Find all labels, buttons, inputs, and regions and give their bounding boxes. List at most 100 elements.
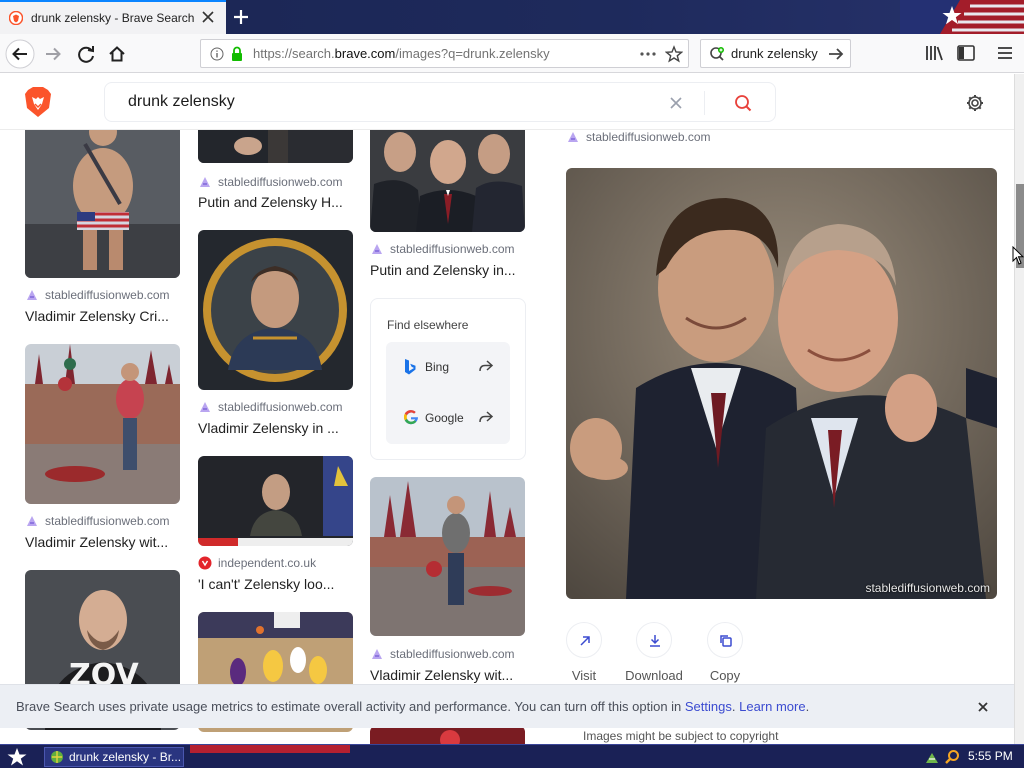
stablediffusion-favicon-icon xyxy=(568,132,578,142)
engine-label: Bing xyxy=(425,360,450,374)
brave-lion-logo-icon[interactable] xyxy=(24,86,52,118)
image-results-area: stablediffusionweb.com Vladimir Zelensky… xyxy=(0,130,1014,744)
clock[interactable]: 5:55 PM xyxy=(968,749,1013,763)
network-icon[interactable] xyxy=(924,749,940,765)
search-engine-icon[interactable] xyxy=(709,46,725,62)
preview-source[interactable]: stablediffusionweb.com xyxy=(586,130,711,144)
taskbar-window-item[interactable]: drunk zelensky - Br... xyxy=(44,747,184,767)
page-scrollbar[interactable] xyxy=(1014,74,1024,744)
result-thumbnail[interactable] xyxy=(370,726,525,744)
back-arrow-icon[interactable] xyxy=(5,39,35,69)
portrait-medallion-image xyxy=(198,230,353,390)
independent-favicon-icon xyxy=(198,556,212,570)
lock-icon[interactable] xyxy=(230,46,244,62)
close-tab-icon[interactable] xyxy=(199,8,217,26)
result-source[interactable]: stablediffusionweb.com xyxy=(218,400,343,414)
os-taskbar: drunk zelensky - Br... 5:55 PM xyxy=(0,744,1024,768)
red-square-walking-image xyxy=(370,477,525,636)
forward-arrow-icon[interactable] xyxy=(38,39,68,69)
settings-gear-icon[interactable] xyxy=(965,93,985,113)
usage-metrics-banner: Brave Search uses private usage metrics … xyxy=(0,684,1014,728)
result-caption[interactable]: Vladimir Zelensky wit... xyxy=(25,534,185,550)
url-text[interactable]: https://search.brave.com/images?q=drunk.… xyxy=(253,46,550,61)
result-thumbnail[interactable] xyxy=(370,477,525,636)
settings-link[interactable]: Settings xyxy=(685,699,732,714)
engine-bing[interactable]: Bing xyxy=(386,342,510,392)
nav-bar: https://search.brave.com/images?q=drunk.… xyxy=(0,34,1024,73)
result-thumbnail[interactable] xyxy=(198,230,353,390)
stablediffusion-favicon-icon xyxy=(372,649,382,659)
result-thumbnail[interactable] xyxy=(198,456,353,546)
visit-label[interactable]: Visit xyxy=(546,668,622,683)
result-source[interactable]: independent.co.uk xyxy=(218,556,316,570)
result-caption[interactable]: Vladimir Zelensky in ... xyxy=(198,420,358,436)
stablediffusion-favicon-icon xyxy=(27,290,37,300)
mouse-cursor-icon xyxy=(1012,246,1024,265)
preview-watermark: stablediffusionweb.com xyxy=(865,581,990,595)
result-caption[interactable]: 'I can't' Zelensky loo... xyxy=(198,576,358,592)
result-thumbnail[interactable] xyxy=(198,130,353,163)
result-caption[interactable]: Vladimir Zelensky wit... xyxy=(370,667,530,683)
bookmark-star-icon[interactable] xyxy=(665,45,683,63)
bing-icon xyxy=(405,359,416,375)
engine-label: Google xyxy=(425,411,464,425)
engine-google[interactable]: Google xyxy=(386,393,510,443)
banner-message: Brave Search uses private usage metrics … xyxy=(16,699,810,714)
search-bar-text[interactable]: drunk zelensky xyxy=(731,46,818,61)
learn-more-link[interactable]: Learn more xyxy=(739,699,805,714)
new-tab-icon[interactable] xyxy=(230,6,252,28)
sidebar-toggle-icon[interactable] xyxy=(956,44,976,62)
copy-button[interactable] xyxy=(707,622,743,658)
result-source[interactable]: stablediffusionweb.com xyxy=(390,242,515,256)
copy-icon xyxy=(720,635,732,647)
stablediffusion-favicon-icon xyxy=(200,402,210,412)
page-actions-icon[interactable] xyxy=(639,47,657,61)
result-thumbnail[interactable] xyxy=(370,130,525,232)
result-source[interactable]: stablediffusionweb.com xyxy=(45,288,170,302)
go-arrow-icon[interactable] xyxy=(827,46,845,62)
copyright-note: Images might be subject to copyright xyxy=(583,729,779,743)
reload-icon[interactable] xyxy=(71,39,101,69)
search-query-box[interactable]: drunk zelensky xyxy=(104,82,776,122)
info-icon[interactable] xyxy=(210,47,224,61)
stablediffusion-favicon-icon xyxy=(200,177,210,187)
result-thumbnail[interactable] xyxy=(25,344,180,504)
taskbar-item-label: drunk zelensky - Br... xyxy=(69,750,182,764)
brave-favicon-icon xyxy=(9,11,23,25)
search-icon[interactable] xyxy=(732,92,754,114)
hamburger-menu-icon[interactable] xyxy=(996,44,1014,62)
find-elsewhere-engines: Bing Google xyxy=(386,342,510,444)
result-source[interactable]: stablediffusionweb.com xyxy=(390,647,515,661)
result-caption[interactable]: Vladimir Zelensky Cri... xyxy=(25,308,185,324)
search-query-text[interactable]: drunk zelensky xyxy=(128,93,235,111)
result-caption[interactable]: Putin and Zelensky H... xyxy=(198,194,358,210)
active-tab[interactable]: drunk zelensky - Brave Search xyxy=(0,0,226,34)
clear-query-icon[interactable] xyxy=(667,94,685,112)
start-star-icon[interactable] xyxy=(6,747,28,767)
us-flag-wallpaper xyxy=(900,0,1024,34)
download-label[interactable]: Download xyxy=(616,668,692,683)
result-source[interactable]: stablediffusionweb.com xyxy=(218,175,343,189)
home-icon[interactable] xyxy=(102,39,132,69)
tab-bar: drunk zelensky - Brave Search xyxy=(0,0,1024,34)
result-caption[interactable]: Putin and Zelensky in... xyxy=(370,262,530,278)
news-screenshot-image xyxy=(198,456,353,546)
browser-search-bar[interactable]: drunk zelensky xyxy=(700,39,851,68)
visit-button[interactable] xyxy=(566,622,602,658)
library-icon[interactable] xyxy=(924,44,944,62)
search-divider xyxy=(704,91,705,115)
red-thumbnail-image xyxy=(370,726,525,744)
result-source[interactable]: stablediffusionweb.com xyxy=(45,514,170,528)
copy-label[interactable]: Copy xyxy=(687,668,763,683)
result-thumbnail[interactable] xyxy=(25,130,180,278)
browser-window-icon xyxy=(51,751,63,763)
url-bar[interactable]: https://search.brave.com/images?q=drunk.… xyxy=(200,39,689,68)
close-banner-icon[interactable] xyxy=(975,699,991,715)
download-button[interactable] xyxy=(636,622,672,658)
red-square-image xyxy=(25,344,180,504)
download-icon xyxy=(650,635,660,647)
search-header: drunk zelensky xyxy=(0,74,1014,130)
stablediffusion-favicon-icon xyxy=(27,516,37,526)
preview-image[interactable]: stablediffusionweb.com xyxy=(566,168,997,599)
search-tray-icon[interactable] xyxy=(944,749,960,765)
